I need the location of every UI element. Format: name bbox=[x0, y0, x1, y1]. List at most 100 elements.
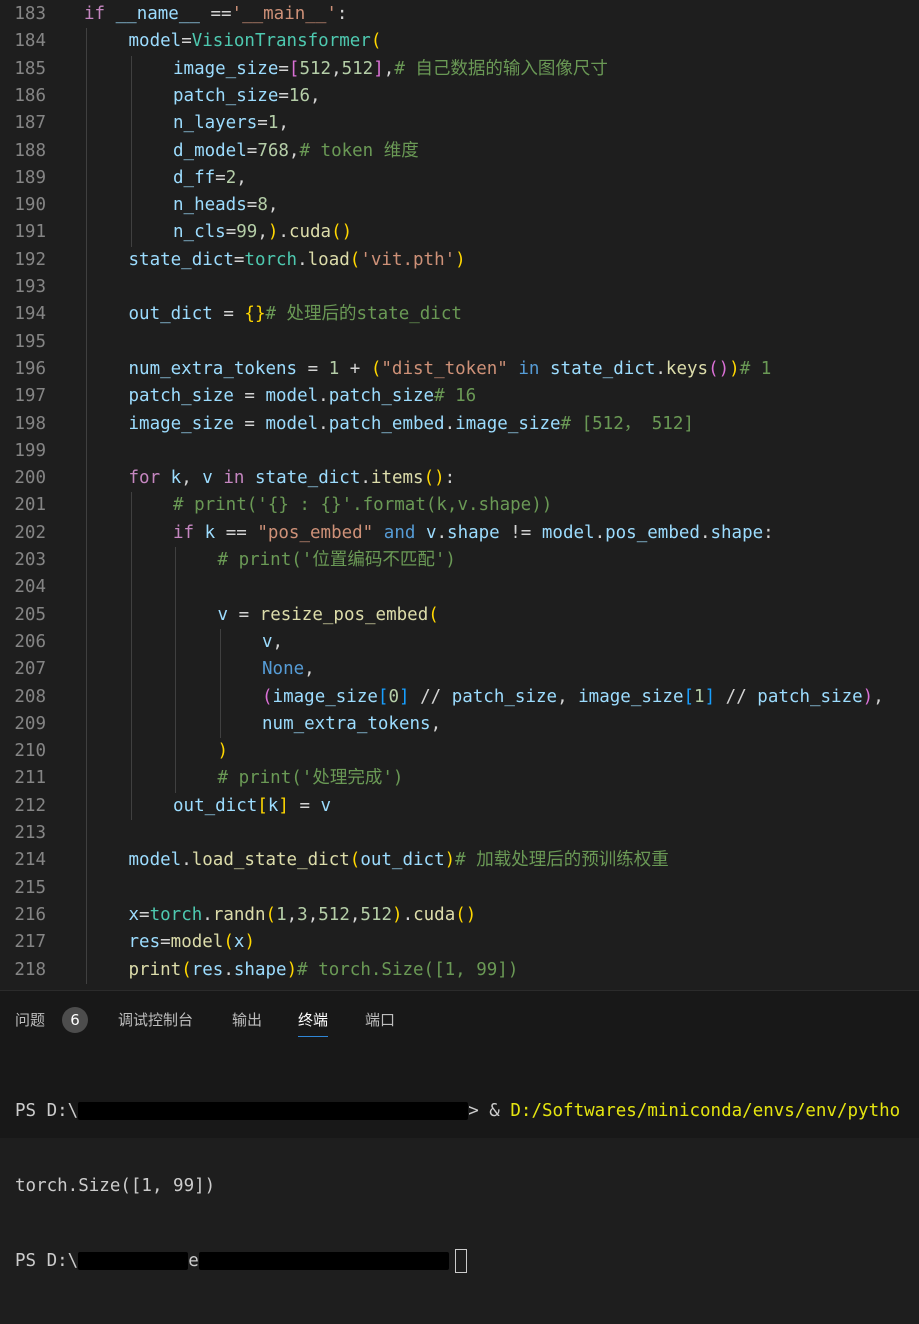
code-line[interactable]: 213 bbox=[0, 820, 919, 847]
code-line[interactable]: 218 print(res.shape)# torch.Size([1, 99]) bbox=[0, 957, 919, 984]
code-token: . bbox=[402, 904, 414, 925]
code-token: : bbox=[336, 4, 348, 24]
tab-problems[interactable]: 问题 bbox=[15, 1009, 45, 1031]
code-token: = bbox=[278, 85, 289, 106]
code-line[interactable]: 204 bbox=[0, 574, 919, 601]
code-text: out_dict[k] = v bbox=[173, 793, 331, 820]
code-token: # 加载处理后的预训练权重 bbox=[455, 850, 669, 871]
tab-ports[interactable]: 端口 bbox=[365, 1009, 395, 1031]
code-line[interactable]: 215 bbox=[0, 875, 919, 902]
code-line[interactable]: 205 v = resize_pos_embed( bbox=[0, 602, 919, 629]
code-line[interactable]: 187 n_layers=1, bbox=[0, 110, 919, 137]
code-token: () bbox=[455, 904, 477, 925]
code-token: = bbox=[288, 795, 321, 816]
code-line[interactable]: 183 if __name__ =='__main__': bbox=[0, 1, 919, 28]
code-token: v bbox=[262, 631, 273, 652]
line-number: 199 bbox=[14, 440, 46, 461]
code-line[interactable]: 208 (image_size[0] // patch_size, image_s… bbox=[0, 684, 919, 711]
terminal-output[interactable]: PS D:\ > & D:/Softwares/miniconda/envs/en… bbox=[15, 1049, 900, 1324]
code-token: ] bbox=[704, 686, 716, 707]
code-token: . bbox=[278, 222, 289, 243]
code-line[interactable]: 196 num_extra_tokens = 1 + ("dist_token" … bbox=[0, 356, 919, 383]
line-number: 198 bbox=[14, 413, 46, 434]
code-token: . bbox=[594, 522, 606, 543]
code-line[interactable]: 193 bbox=[0, 274, 919, 301]
code-line[interactable]: 200 for k, v in state_dict.items(): bbox=[0, 465, 919, 492]
code-token: for bbox=[128, 468, 161, 489]
code-token: , bbox=[181, 468, 203, 489]
code-line[interactable]: 190 n_heads=8, bbox=[0, 192, 919, 219]
line-number: 195 bbox=[14, 331, 46, 352]
code-token: ) bbox=[244, 932, 255, 953]
code-token: ] bbox=[373, 58, 384, 79]
code-token: , bbox=[286, 904, 298, 925]
code-line[interactable]: 186 patch_size=16, bbox=[0, 83, 919, 110]
code-line[interactable]: 188 d_model=768,# token 维度 bbox=[0, 138, 919, 165]
line-number: 212 bbox=[14, 795, 46, 816]
code-token: , bbox=[257, 222, 268, 243]
code-token: ( bbox=[223, 932, 234, 953]
code-line[interactable]: 209 num_extra_tokens, bbox=[0, 711, 919, 738]
code-token: num_extra_tokens bbox=[262, 713, 431, 734]
code-line[interactable]: 206 v, bbox=[0, 629, 919, 656]
code-line[interactable]: 211 # print('处理完成') bbox=[0, 765, 919, 792]
code-line[interactable]: 185 image_size=[512,512],# 自己数据的输入图像尺寸 bbox=[0, 56, 919, 83]
code-line[interactable]: 203 # print('位置编码不匹配') bbox=[0, 547, 919, 574]
code-token: load_state_dict bbox=[191, 850, 350, 871]
code-line[interactable]: 189 d_ff=2, bbox=[0, 165, 919, 192]
code-token: , bbox=[304, 659, 315, 680]
line-number: 187 bbox=[14, 113, 46, 134]
code-line[interactable]: 207 None, bbox=[0, 656, 919, 683]
code-line[interactable]: 202 if k == "pos_embed" and v.shape != mo… bbox=[0, 520, 919, 547]
code-text: n_cls=99,).cuda() bbox=[173, 219, 352, 246]
line-number: 188 bbox=[14, 140, 46, 161]
code-token: : bbox=[444, 468, 456, 489]
tab-output[interactable]: 输出 bbox=[232, 1009, 262, 1031]
code-line[interactable]: 194 out_dict = {}# 处理后的state_dict bbox=[0, 301, 919, 328]
code-line[interactable]: 198 image_size = model.patch_embed.image_… bbox=[0, 411, 919, 438]
code-text: # print('处理完成') bbox=[218, 765, 404, 792]
code-token: model bbox=[170, 932, 224, 953]
code-text: None, bbox=[262, 656, 315, 683]
code-line[interactable]: 210) bbox=[0, 738, 919, 765]
code-token: num_extra_tokens bbox=[128, 358, 298, 379]
code-text: n_heads=8, bbox=[173, 192, 278, 219]
code-token: ( bbox=[349, 249, 361, 270]
code-token: None bbox=[262, 659, 305, 680]
code-token: v bbox=[217, 604, 229, 625]
code-token: shape bbox=[233, 959, 287, 980]
code-line[interactable]: 212 out_dict[k] = v bbox=[0, 793, 919, 820]
code-token: torch bbox=[149, 904, 203, 925]
code-editor[interactable]: 183 if __name__ =='__main__': 184 model=Vis… bbox=[0, 0, 919, 990]
code-text: v, bbox=[262, 629, 283, 656]
code-line[interactable]: 217 res=model(x) bbox=[0, 929, 919, 956]
line-number: 201 bbox=[14, 495, 46, 516]
code-line[interactable]: 192 state_dict=torch.load('vit.pth') bbox=[0, 247, 919, 274]
code-line[interactable]: 191 n_cls=99,).cuda() bbox=[0, 219, 919, 246]
code-token: __name__ bbox=[115, 4, 200, 24]
code-line[interactable]: 214 model.load_state_dict(out_dict)# 加载处理… bbox=[0, 847, 919, 874]
code-token: // bbox=[715, 686, 758, 707]
indent-guide bbox=[219, 628, 221, 739]
code-line[interactable]: 216 x=torch.randn(1,3,512,512).cuda() bbox=[0, 902, 919, 929]
code-token: model bbox=[128, 31, 182, 52]
code-line[interactable]: 199 bbox=[0, 438, 919, 465]
code-token: state_dict bbox=[128, 249, 234, 270]
code-line[interactable]: 197 patch_size = model.patch_size# 16 bbox=[0, 383, 919, 410]
prompt-arrow: > bbox=[468, 1101, 479, 1121]
code-token: ( bbox=[262, 686, 273, 707]
code-line[interactable]: 184 model=VisionTransformer( bbox=[0, 28, 919, 55]
code-token: . bbox=[360, 468, 371, 489]
code-token: '__main__' bbox=[231, 4, 337, 24]
tab-terminal[interactable]: 终端 bbox=[298, 1009, 329, 1037]
terminal-line-command: PS D:\ > & D:/Softwares/miniconda/envs/en… bbox=[15, 1099, 900, 1124]
line-number: 191 bbox=[14, 222, 46, 243]
code-token: != bbox=[499, 522, 542, 543]
code-line[interactable]: 201 # print('{} : {}'.format(k,v.shape)) bbox=[0, 492, 919, 519]
python-path: D:/Softwares/miniconda/envs/env/pytho bbox=[510, 1101, 901, 1121]
code-line[interactable]: 195 bbox=[0, 329, 919, 356]
tab-debug-console[interactable]: 调试控制台 bbox=[118, 1009, 193, 1031]
code-text: d_model=768,# token 维度 bbox=[173, 138, 419, 165]
